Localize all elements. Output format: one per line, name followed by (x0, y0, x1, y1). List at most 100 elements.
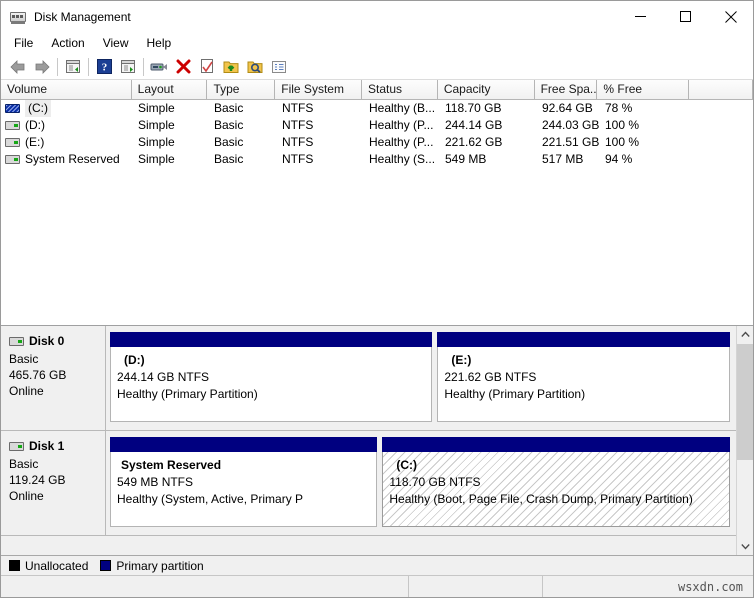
disk-type: Basic (9, 456, 105, 472)
search-disk-button[interactable] (243, 55, 267, 79)
partition-block[interactable]: (C:)118.70 GB NTFSHealthy (Boot, Page Fi… (382, 437, 730, 527)
partition-details[interactable]: (E:)221.62 GB NTFSHealthy (Primary Parti… (437, 347, 730, 422)
column-header-file-system[interactable]: File System (275, 80, 362, 100)
refresh-button[interactable] (195, 55, 219, 79)
help-button[interactable]: ? (92, 55, 116, 79)
volume-list-header: VolumeLayoutTypeFile SystemStatusCapacit… (1, 80, 753, 100)
scrollbar-thumb[interactable] (737, 344, 753, 460)
partition-block[interactable]: (E:)221.62 GB NTFSHealthy (Primary Parti… (437, 332, 730, 422)
minimize-button[interactable] (618, 1, 663, 32)
volume-list-body[interactable]: (C:)SimpleBasicNTFSHealthy (B...118.70 G… (1, 100, 753, 325)
partition-name: (E:) (444, 352, 729, 369)
svg-text:?: ? (101, 62, 107, 74)
up-one-level-button[interactable] (61, 55, 85, 79)
refresh-icon (200, 59, 215, 74)
table-row[interactable]: (E:)SimpleBasicNTFSHealthy (P...221.62 G… (1, 134, 753, 151)
column-header-layout[interactable]: Layout (132, 80, 208, 100)
disk-management-icon (10, 9, 26, 25)
column-header-free-spa[interactable]: Free Spa... (535, 80, 598, 100)
help-icon: ? (97, 59, 112, 74)
column-header-blank[interactable] (689, 80, 753, 100)
back-button[interactable] (6, 55, 30, 79)
partition-block[interactable]: (D:)244.14 GB NTFSHealthy (Primary Parti… (110, 332, 432, 422)
status-pane-1 (1, 576, 409, 597)
scrollbar-track[interactable] (737, 343, 753, 538)
disk-row[interactable]: Disk 0Basic465.76 GBOnline(D:)244.14 GB … (1, 326, 736, 431)
toolbar-separator (57, 58, 58, 76)
forward-button[interactable] (30, 55, 54, 79)
column-header-volume[interactable]: Volume (1, 80, 132, 100)
close-button[interactable] (708, 1, 753, 32)
volume-name: (C:) (25, 100, 51, 117)
cell-type: Basic (208, 117, 276, 134)
partition-details[interactable]: System Reserved549 MB NTFSHealthy (Syste… (110, 452, 377, 527)
disk-icon (9, 442, 24, 451)
list-view-button[interactable] (267, 55, 291, 79)
menu-file[interactable]: File (5, 34, 42, 52)
cell-percent-free: 94 % (599, 151, 691, 168)
vertical-scrollbar[interactable] (736, 326, 753, 555)
column-header-free[interactable]: % Free (597, 80, 689, 100)
table-row[interactable]: (C:)SimpleBasicNTFSHealthy (B...118.70 G… (1, 100, 753, 117)
delete-button[interactable] (171, 55, 195, 79)
toolbar-separator (143, 58, 144, 76)
partition-block[interactable]: System Reserved549 MB NTFSHealthy (Syste… (110, 437, 377, 527)
toolbar: ? (1, 54, 753, 80)
maximize-button[interactable] (663, 1, 708, 32)
disk-management-window: Disk Management File Action (0, 0, 754, 598)
disk-graphical-scroll-area: Disk 0Basic465.76 GBOnline(D:)244.14 GB … (1, 326, 736, 555)
partition-strip: (D:)244.14 GB NTFSHealthy (Primary Parti… (106, 326, 736, 430)
cell-percent-free: 100 % (599, 117, 691, 134)
scroll-up-button[interactable] (737, 326, 753, 343)
disk-row[interactable]: Disk 1Basic119.24 GBOnlineSystem Reserve… (1, 431, 736, 536)
volume-icon-icon (5, 121, 20, 130)
chevron-down-icon (741, 543, 750, 550)
show-hide-console-tree-button[interactable] (116, 55, 140, 79)
cell-free-space: 244.03 GB (536, 117, 599, 134)
close-icon (725, 11, 737, 23)
cell-status: Healthy (B... (363, 100, 439, 117)
disk-state: Online (9, 488, 105, 504)
partition-color-bar (382, 437, 730, 452)
cell-percent-free: 100 % (599, 134, 691, 151)
cell-free-space: 221.51 GB (536, 134, 599, 151)
disk-info-panel[interactable]: Disk 0Basic465.76 GBOnline (1, 326, 106, 430)
cell-status: Healthy (S... (363, 151, 439, 168)
disk-graphical-pane: Disk 0Basic465.76 GBOnline(D:)244.14 GB … (1, 326, 753, 555)
cell-free-space: 92.64 GB (536, 100, 599, 117)
back-icon (9, 59, 27, 75)
partition-legend: Unallocated Primary partition (1, 555, 753, 575)
menu-view[interactable]: View (94, 34, 138, 52)
volume-list-pane: VolumeLayoutTypeFile SystemStatusCapacit… (1, 80, 753, 326)
rescan-disks-button[interactable] (219, 55, 243, 79)
forward-icon (33, 59, 51, 75)
column-header-status[interactable]: Status (362, 80, 438, 100)
column-header-capacity[interactable]: Capacity (438, 80, 535, 100)
cell-layout: Simple (132, 100, 208, 117)
rescan-disks-icon (223, 59, 239, 74)
menu-action[interactable]: Action (42, 34, 93, 52)
search-disk-icon (247, 59, 263, 74)
legend-label: Primary partition (116, 559, 203, 573)
disk-title: Disk 1 (9, 439, 105, 453)
properties-button[interactable] (147, 55, 171, 79)
cell-capacity: 549 MB (439, 151, 536, 168)
cell-type: Basic (208, 134, 276, 151)
disk-info-panel[interactable]: Disk 1Basic119.24 GBOnline (1, 431, 106, 535)
cell-capacity: 221.62 GB (439, 134, 536, 151)
table-row[interactable]: System ReservedSimpleBasicNTFSHealthy (S… (1, 151, 753, 168)
table-row[interactable]: (D:)SimpleBasicNTFSHealthy (P...244.14 G… (1, 117, 753, 134)
column-header-type[interactable]: Type (207, 80, 275, 100)
watermark-text: wsxdn.com (678, 580, 743, 594)
menu-help[interactable]: Help (138, 34, 181, 52)
legend-swatch (9, 560, 20, 571)
legend-item: Unallocated (9, 559, 88, 573)
scroll-down-button[interactable] (737, 538, 753, 555)
partition-details[interactable]: (D:)244.14 GB NTFSHealthy (Primary Parti… (110, 347, 432, 422)
partition-details[interactable]: (C:)118.70 GB NTFSHealthy (Boot, Page Fi… (382, 452, 730, 527)
partition-color-bar (110, 332, 432, 347)
cell-percent-free: 78 % (599, 100, 691, 117)
list-view-icon (271, 60, 287, 74)
cell-volume: (D:) (1, 117, 132, 134)
partition-color-bar (437, 332, 730, 347)
